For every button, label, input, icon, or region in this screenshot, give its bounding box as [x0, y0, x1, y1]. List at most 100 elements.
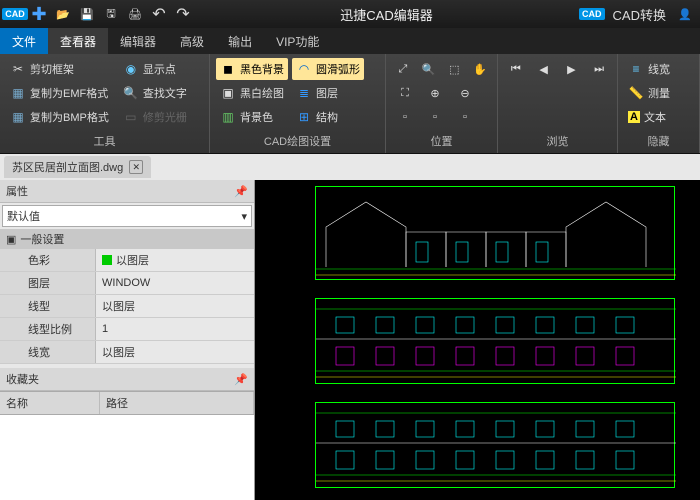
find-text-button[interactable]: 🔍查找文字: [119, 82, 191, 104]
struct-button[interactable]: ⊞结构: [292, 106, 364, 128]
tab-output[interactable]: 输出: [216, 28, 264, 54]
points-icon: ◉: [123, 61, 139, 77]
file-tab-name: 苏区民居剖立面图.dwg: [12, 159, 123, 175]
save-icon[interactable]: 💾: [76, 3, 98, 25]
bw-draw-button[interactable]: ▣黑白绘图: [216, 82, 288, 104]
menubar: 文件 查看器 编辑器 高级 输出 VIP功能: [0, 28, 700, 54]
app-title: 迅捷CAD编辑器: [196, 5, 577, 24]
measure-button[interactable]: 📏测量: [624, 82, 693, 104]
bgcolor-icon: ▥: [220, 109, 236, 125]
saveas-icon[interactable]: 🖫: [100, 3, 122, 25]
property-key: 线型: [0, 295, 96, 317]
search-icon: 🔍: [123, 85, 139, 101]
bmp-icon: ▦: [10, 109, 26, 125]
pin-icon[interactable]: 📌: [234, 373, 248, 386]
property-key: 图层: [0, 272, 96, 294]
close-icon[interactable]: ✕: [129, 160, 143, 174]
linewidth-icon: ≡: [628, 61, 644, 77]
property-value[interactable]: 以图层: [96, 249, 254, 271]
bgcolor-button[interactable]: ▥背景色: [216, 106, 288, 128]
layer-button[interactable]: ≣图层: [292, 82, 364, 104]
print-icon[interactable]: 🖨: [124, 3, 146, 25]
property-row[interactable]: 线型比例1: [0, 318, 254, 341]
left-panel: 属性 📌 默认值 ▾ ▣ 一般设置 色彩以图层图层WINDOW线型以图层线型比例…: [0, 180, 255, 500]
convert-badge-icon: CAD: [579, 8, 605, 20]
zoom-extents-icon[interactable]: ⤢: [392, 58, 414, 80]
crop-icon: ✂: [10, 61, 26, 77]
show-points-button[interactable]: ◉显示点: [119, 58, 191, 80]
default-dropdown[interactable]: 默认值 ▾: [2, 205, 252, 227]
ribbon: ✂剪切框架 ▦复制为EMF格式 ▦复制为BMP格式 ◉显示点 🔍查找文字 ▭修剪…: [0, 54, 700, 154]
nav-first-icon[interactable]: ⏮: [504, 58, 528, 80]
pan-icon[interactable]: ✋: [469, 58, 491, 80]
linewidth-button[interactable]: ≡线宽: [624, 58, 693, 80]
view1-icon[interactable]: ▫: [392, 106, 418, 128]
group-cad-label: CAD绘图设置: [216, 131, 379, 149]
fit-icon[interactable]: ⛶: [392, 82, 418, 104]
property-grid: 色彩以图层图层WINDOW线型以图层线型比例1线宽以图层: [0, 249, 254, 364]
properties-header: 属性 📌: [0, 180, 254, 203]
redo-icon[interactable]: ↷: [172, 3, 194, 25]
general-section[interactable]: ▣ 一般设置: [0, 229, 254, 249]
tab-advanced[interactable]: 高级: [168, 28, 216, 54]
tab-editor[interactable]: 编辑器: [108, 28, 168, 54]
emf-icon: ▦: [10, 85, 26, 101]
zoom-window-icon[interactable]: ⬚: [444, 58, 466, 80]
titlebar: CAD ✚ 📂 💾 🖫 🖨 ↶ ↷ 迅捷CAD编辑器 CAD CAD转换 👤: [0, 0, 700, 28]
property-row[interactable]: 色彩以图层: [0, 249, 254, 272]
collapse-icon: ▣: [6, 233, 16, 246]
nav-next-icon[interactable]: ▶: [560, 58, 584, 80]
zoom-minus-icon[interactable]: ⊖: [452, 82, 478, 104]
copy-bmp-button[interactable]: ▦复制为BMP格式: [6, 106, 113, 128]
group-position-label: 位置: [392, 131, 491, 149]
drawing-canvas[interactable]: [255, 180, 700, 500]
property-key: 线宽: [0, 341, 96, 363]
pin-icon[interactable]: 📌: [234, 185, 248, 198]
trim-raster-button: ▭修剪光栅: [119, 106, 191, 128]
property-value[interactable]: 以图层: [96, 295, 254, 317]
cad-convert-button[interactable]: CAD转换: [613, 5, 666, 24]
favorites-columns: 名称 路径: [0, 391, 254, 415]
property-row[interactable]: 线型以图层: [0, 295, 254, 318]
property-row[interactable]: 图层WINDOW: [0, 272, 254, 295]
smooth-arc-button[interactable]: ◠圆滑弧形: [292, 58, 364, 80]
favorites-body: [0, 415, 254, 500]
property-value[interactable]: 以图层: [96, 341, 254, 363]
property-row[interactable]: 线宽以图层: [0, 341, 254, 364]
group-hide-label: 隐藏: [624, 131, 693, 149]
text-button[interactable]: A文本: [624, 106, 693, 128]
property-key: 色彩: [0, 249, 96, 271]
color-swatch-icon: [102, 255, 112, 265]
nav-last-icon[interactable]: ⏭: [587, 58, 611, 80]
zoom-plus-icon[interactable]: ⊕: [422, 82, 448, 104]
user-icon[interactable]: 👤: [674, 3, 696, 25]
chevron-down-icon: ▾: [241, 210, 247, 223]
view2-icon[interactable]: ▫: [422, 106, 448, 128]
crop-frame-button[interactable]: ✂剪切框架: [6, 58, 113, 80]
group-browse-label: 浏览: [504, 131, 611, 149]
undo-icon[interactable]: ↶: [148, 3, 170, 25]
copy-emf-button[interactable]: ▦复制为EMF格式: [6, 82, 113, 104]
view3-icon[interactable]: ▫: [452, 106, 478, 128]
polish-icon: ▭: [123, 109, 139, 125]
property-value[interactable]: 1: [96, 318, 254, 340]
tab-viewer[interactable]: 查看器: [48, 28, 108, 54]
property-key: 线型比例: [0, 318, 96, 340]
blackbg-icon: ◼: [220, 61, 236, 77]
tab-file[interactable]: 文件: [0, 28, 48, 54]
new-icon[interactable]: ✚: [28, 3, 50, 25]
text-a-icon: A: [628, 111, 640, 123]
property-value[interactable]: WINDOW: [96, 272, 254, 294]
arc-icon: ◠: [296, 61, 312, 77]
open-icon[interactable]: 📂: [52, 3, 74, 25]
bw-icon: ▣: [220, 85, 236, 101]
layer-icon: ≣: [296, 85, 312, 101]
file-tab-bar: 苏区民居剖立面图.dwg ✕: [0, 154, 700, 180]
nav-prev-icon[interactable]: ◀: [532, 58, 556, 80]
col-name[interactable]: 名称: [0, 392, 100, 414]
tab-vip[interactable]: VIP功能: [264, 28, 331, 54]
zoom-in-icon[interactable]: 🔍: [418, 58, 440, 80]
black-bg-button[interactable]: ◼黑色背景: [216, 58, 288, 80]
file-tab[interactable]: 苏区民居剖立面图.dwg ✕: [4, 156, 151, 178]
col-path[interactable]: 路径: [100, 392, 254, 414]
